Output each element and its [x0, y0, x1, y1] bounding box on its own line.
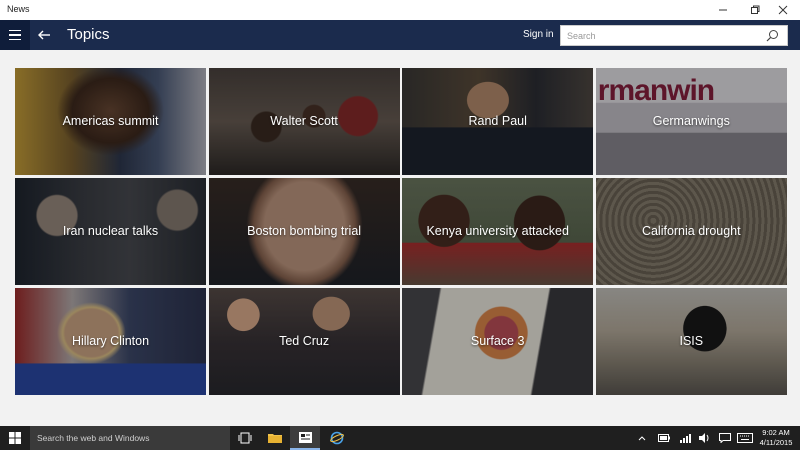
taskbar: Search the web and Windows 9:02 AM 4/11/…: [0, 426, 800, 450]
window-title: News: [7, 4, 30, 14]
clock-time: 9:02 AM: [762, 428, 790, 437]
task-view-button[interactable]: [230, 426, 260, 450]
browser-icon: [330, 431, 344, 445]
action-center-button[interactable]: [718, 432, 732, 444]
close-button[interactable]: [766, 0, 800, 20]
volume-tray-button[interactable]: [698, 432, 712, 444]
topic-tile-ted-cruz[interactable]: Ted Cruz: [208, 288, 400, 395]
tile-label: Walter Scott: [270, 114, 338, 128]
windows-logo-icon: [9, 432, 21, 444]
show-hidden-icons-button[interactable]: [637, 432, 647, 444]
tile-label: Ted Cruz: [279, 334, 330, 348]
start-button[interactable]: [0, 426, 30, 450]
tile-label: Germanwings: [652, 114, 730, 128]
speaker-icon: [699, 433, 709, 443]
topic-tile-hillary-clinton[interactable]: Hillary Clinton: [15, 288, 206, 395]
topic-tile-rand-paul[interactable]: Rand Paul: [402, 68, 594, 175]
chevron-up-icon: [638, 436, 646, 441]
tile-label: ISIS: [679, 334, 704, 348]
news-app-taskbar-button[interactable]: [290, 426, 320, 450]
taskbar-clock[interactable]: 9:02 AM 4/11/2015: [756, 428, 796, 448]
hamburger-menu-button[interactable]: [0, 20, 30, 50]
tile-label: Iran nuclear talks: [62, 224, 159, 238]
minimize-button[interactable]: [706, 0, 740, 20]
clock-date: 4/11/2015: [759, 438, 793, 447]
topic-tile-germanwings[interactable]: rmanwin Germanwings: [595, 68, 787, 175]
topic-tile-surface-3[interactable]: Surface 3: [402, 288, 594, 395]
hamburger-icon: [9, 29, 21, 32]
tile-label: Boston bombing trial: [247, 224, 362, 238]
folder-icon: [268, 434, 282, 443]
back-arrow-icon: [38, 30, 50, 40]
app-header: Topics Sign in: [0, 20, 800, 50]
topic-tile-americas-summit[interactable]: Americas summit: [15, 68, 206, 175]
network-signal-icon: [680, 434, 691, 443]
file-explorer-button[interactable]: [260, 426, 290, 450]
topic-tile-walter-scott[interactable]: Walter Scott: [208, 68, 400, 175]
battery-icon: [658, 434, 670, 442]
network-tray-button[interactable]: [678, 432, 692, 444]
news-app-icon: [298, 431, 312, 443]
topic-tile-california-drought[interactable]: California drought: [595, 178, 787, 285]
search-input[interactable]: [561, 26, 761, 45]
restore-icon: [751, 5, 760, 14]
page-title: Topics: [67, 26, 110, 43]
search-icon[interactable]: [766, 29, 779, 42]
task-view-icon: [238, 432, 252, 444]
taskbar-search-box[interactable]: Search the web and Windows: [30, 426, 230, 450]
topic-tile-kenya-university-attacked[interactable]: Kenya university attacked: [402, 178, 594, 285]
topic-tile-isis[interactable]: ISIS: [595, 288, 787, 395]
taskbar-search-placeholder: Search the web and Windows: [37, 433, 150, 443]
tile-label: Rand Paul: [468, 114, 527, 128]
topics-grid: Americas summit Walter Scott Rand Paul r…: [15, 68, 787, 395]
tile-label: Surface 3: [470, 334, 525, 348]
tile-label: Hillary Clinton: [71, 334, 150, 348]
search-box: [560, 25, 788, 46]
minimize-icon: [719, 9, 727, 11]
notification-icon: [719, 433, 731, 443]
tile-label: Americas summit: [62, 114, 159, 128]
browser-taskbar-button[interactable]: [322, 426, 352, 450]
topic-tile-boston-bombing-trial[interactable]: Boston bombing trial: [208, 178, 400, 285]
battery-tray-button[interactable]: [657, 432, 671, 444]
window-titlebar: News: [0, 0, 800, 20]
topic-tile-iran-nuclear-talks[interactable]: Iran nuclear talks: [15, 178, 206, 285]
sign-in-link[interactable]: Sign in: [523, 29, 554, 40]
close-icon: [778, 5, 788, 15]
touch-keyboard-button[interactable]: [736, 432, 754, 444]
back-button[interactable]: [35, 26, 53, 44]
tile-label: California drought: [641, 224, 741, 238]
keyboard-icon: [737, 433, 753, 443]
tile-label: Kenya university attacked: [426, 224, 569, 238]
